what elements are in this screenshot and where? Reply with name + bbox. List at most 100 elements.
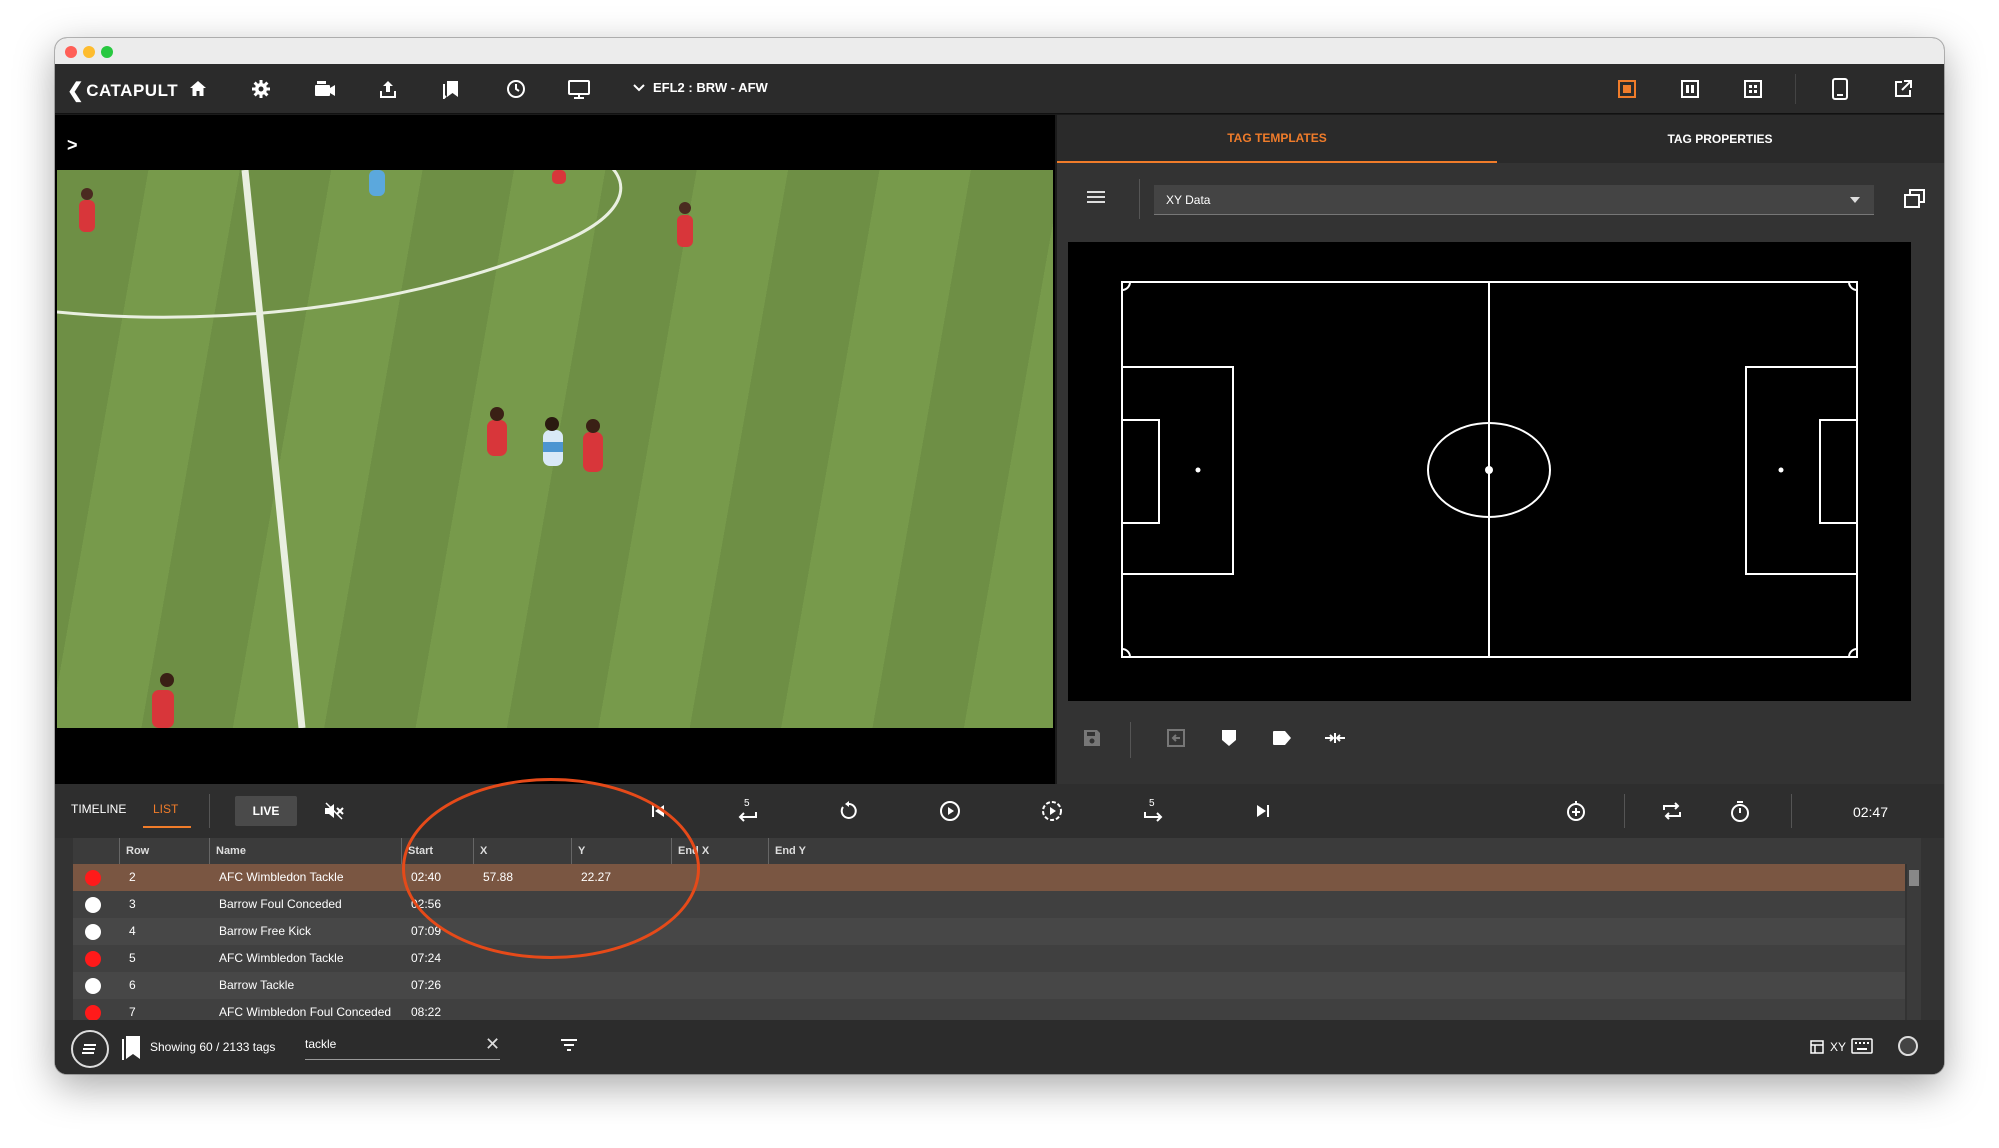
current-time: 02:47: [1852, 804, 1888, 820]
loop-icon[interactable]: [1659, 798, 1685, 824]
table-row[interactable]: 2 AFC Wimbledon Tackle 02:40 57.88 22.27: [73, 864, 1905, 891]
save-icon[interactable]: [1079, 725, 1105, 751]
tab-list[interactable]: LIST: [153, 802, 178, 816]
caret-down-icon: [1850, 197, 1860, 203]
table-row[interactable]: 3 Barrow Foul Conceded 02:56: [73, 891, 1905, 918]
tag-color-dot[interactable]: [85, 897, 101, 913]
template-selector-row: XY Data: [1057, 163, 1944, 233]
column-header-row[interactable]: Row: [119, 838, 149, 864]
y-cell: 22.27: [581, 870, 612, 884]
play-icon[interactable]: [937, 798, 963, 824]
upload-icon[interactable]: [375, 76, 401, 102]
filter-icon[interactable]: [560, 1038, 578, 1052]
tag-name-cell: AFC Wimbledon Tackle: [219, 870, 344, 884]
skip-to-end-icon[interactable]: [1250, 798, 1276, 824]
start-time-cell: 02:56: [411, 897, 442, 911]
showing-count: Showing 60 / 2133 tags: [150, 1040, 276, 1054]
status-bar: Showing 60 / 2133 tags tackle ✕ XY: [55, 1020, 1944, 1074]
bookmark-icon[interactable]: [120, 1035, 142, 1061]
external-link-icon[interactable]: [1890, 76, 1916, 102]
tag-color-dot[interactable]: [85, 1005, 101, 1021]
column-header-x[interactable]: X: [473, 838, 487, 864]
tag-name-cell: AFC Wimbledon Tackle: [219, 951, 344, 965]
home-icon[interactable]: [185, 76, 211, 102]
match-video-frame[interactable]: [57, 170, 1053, 728]
skip-back-5-button[interactable]: 5: [735, 798, 761, 824]
add-marker-icon[interactable]: [1563, 798, 1589, 824]
grid-view-icon[interactable]: [1740, 76, 1766, 102]
window-titlebar: [55, 38, 1944, 64]
minimize-window-button[interactable]: [83, 46, 95, 58]
search-input[interactable]: tackle: [305, 1032, 500, 1060]
column-header-end-x[interactable]: End X: [671, 838, 709, 864]
row-number-cell: 5: [129, 951, 136, 965]
video-player[interactable]: >: [55, 115, 1055, 784]
template-select-value: XY Data: [1166, 193, 1211, 207]
clock-icon[interactable]: [503, 76, 529, 102]
xy-toggle[interactable]: XY: [1810, 1040, 1846, 1054]
hamburger-menu-icon[interactable]: [1087, 191, 1105, 205]
close-window-button[interactable]: [65, 46, 77, 58]
status-indicator-icon[interactable]: [1898, 1036, 1918, 1056]
table-scrollbar[interactable]: [1907, 864, 1921, 1020]
xy-pitch-map[interactable]: [1068, 242, 1911, 701]
tag-menu-button[interactable]: [71, 1030, 109, 1068]
shield-tag-icon[interactable]: [1216, 725, 1242, 751]
tab-timeline[interactable]: TIMELINE: [71, 802, 126, 816]
tag-color-dot[interactable]: [85, 924, 101, 940]
table-row[interactable]: 4 Barrow Free Kick 07:09: [73, 918, 1905, 945]
tablet-icon[interactable]: [1827, 76, 1853, 102]
row-number-cell: 4: [129, 924, 136, 938]
bookmarks-icon[interactable]: [438, 76, 464, 102]
split-view-icon[interactable]: [1677, 76, 1703, 102]
popout-window-icon[interactable]: [1903, 187, 1927, 211]
tag-panel-tabs: TAG TEMPLATES TAG PROPERTIES: [1057, 115, 1944, 163]
tag-color-dot[interactable]: [85, 978, 101, 994]
start-time-cell: 02:40: [411, 870, 442, 884]
swap-direction-icon[interactable]: [1322, 725, 1348, 751]
mute-icon[interactable]: [321, 798, 347, 824]
scrollbar-thumb[interactable]: [1909, 870, 1919, 886]
maximize-window-button[interactable]: [101, 46, 113, 58]
match-selector[interactable]: EFL2 : BRW - AFW: [633, 80, 768, 95]
slow-play-icon[interactable]: [1039, 798, 1065, 824]
controls-divider: [209, 794, 210, 828]
import-icon[interactable]: [1163, 725, 1189, 751]
tag-name-cell: Barrow Tackle: [219, 978, 295, 992]
column-header-end-y[interactable]: End Y: [768, 838, 806, 864]
expand-sidebar-icon[interactable]: >: [67, 135, 78, 156]
template-divider: [1139, 179, 1140, 219]
skip-to-start-icon[interactable]: [645, 798, 671, 824]
column-header-name[interactable]: Name: [209, 838, 246, 864]
camera-icon[interactable]: [312, 76, 338, 102]
app-window: ❮ CATAPULT EFL2 : BRW - AFW > TAG TEMPLA…: [55, 38, 1944, 1074]
label-tag-icon[interactable]: [1269, 725, 1295, 751]
tag-color-dot[interactable]: [85, 870, 101, 886]
live-button[interactable]: LIVE: [235, 796, 297, 826]
gear-icon[interactable]: [248, 76, 274, 102]
main-toolbar: ❮ CATAPULT EFL2 : BRW - AFW: [55, 64, 1944, 114]
skip-forward-5-button[interactable]: 5: [1140, 798, 1166, 824]
column-header-y[interactable]: Y: [571, 838, 585, 864]
column-header-start[interactable]: Start: [401, 838, 433, 864]
table-row[interactable]: 6 Barrow Tackle 07:26: [73, 972, 1905, 999]
table-row[interactable]: 5 AFC Wimbledon Tackle 07:24: [73, 945, 1905, 972]
xy-tools-row: [1057, 710, 1944, 770]
template-select[interactable]: XY Data: [1154, 185, 1874, 215]
row-number-cell: 2: [129, 870, 136, 884]
playback-controls: TIMELINE LIST LIVE 5 5 02:47: [55, 784, 1944, 838]
replay-icon[interactable]: [836, 798, 862, 824]
start-time-cell: 07:09: [411, 924, 442, 938]
tag-name-cell: Barrow Foul Conceded: [219, 897, 342, 911]
stopwatch-icon[interactable]: [1727, 798, 1753, 824]
logo-text: CATAPULT: [86, 80, 179, 100]
xy-label: XY: [1830, 1040, 1847, 1054]
single-view-icon[interactable]: [1614, 76, 1640, 102]
tab-tag-templates[interactable]: TAG TEMPLATES: [1057, 115, 1497, 163]
match-label: EFL2 : BRW - AFW: [653, 80, 768, 95]
clear-search-icon[interactable]: ✕: [485, 1034, 500, 1055]
monitor-icon[interactable]: [566, 76, 592, 102]
keyboard-icon[interactable]: [1851, 1038, 1873, 1054]
tag-color-dot[interactable]: [85, 951, 101, 967]
tab-tag-properties[interactable]: TAG PROPERTIES: [1500, 115, 1940, 163]
